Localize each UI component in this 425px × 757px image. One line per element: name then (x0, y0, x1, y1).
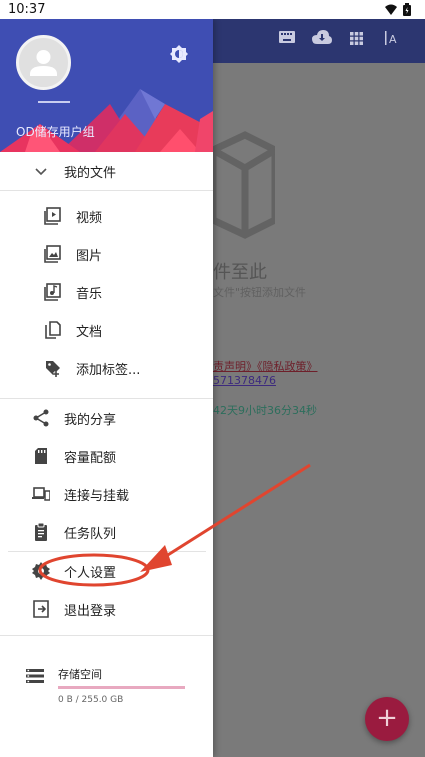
sd-card-icon (35, 448, 47, 464)
avatar[interactable] (16, 35, 71, 90)
battery-icon (403, 3, 411, 16)
countdown-text: 42天9小时36分34秒 (213, 404, 317, 417)
menu-item-document[interactable]: 文档 (0, 311, 213, 349)
storage-progress-bar (58, 686, 185, 689)
share-icon (33, 409, 49, 427)
menu-item-task-queue[interactable]: 任务队列 (0, 513, 213, 551)
clipboard-icon (35, 523, 47, 541)
theme-toggle-icon[interactable] (170, 45, 188, 63)
menu-item-my-share[interactable]: 我的分享 (0, 399, 213, 437)
empty-box-icon (209, 131, 275, 239)
my-files-label: 我的文件 (64, 165, 117, 181)
header-divider (38, 101, 70, 103)
menu-item-image[interactable]: 图片 (0, 235, 213, 273)
svg-text:A: A (389, 33, 397, 45)
status-time: 10:37 (8, 2, 46, 17)
music-icon (44, 283, 61, 301)
menu-label: 任务队列 (64, 526, 117, 542)
menu-label: 连接与挂载 (64, 488, 130, 504)
menu-item-video[interactable]: 视频 (0, 197, 213, 235)
menu-item-connections[interactable]: 连接与挂载 (0, 475, 213, 513)
menu-item-personal-settings[interactable]: 个人设置 (0, 552, 213, 590)
add-tag-icon (46, 361, 60, 377)
navigation-drawer: OD储存用户组 我的文件 视频 图片 音乐 文档 添加标签... 我的分享 容量… (0, 19, 213, 757)
menu-label: 音乐 (76, 286, 103, 302)
document-icon (45, 321, 61, 339)
plus-icon: + (376, 703, 398, 733)
storage-amount: 0 B / 255.0 GB (58, 695, 124, 705)
video-icon (44, 207, 61, 225)
devices-icon (32, 487, 50, 501)
menu-label: 我的分享 (64, 412, 117, 428)
menu-item-quota[interactable]: 容量配额 (0, 437, 213, 475)
grid-view-icon[interactable] (350, 32, 363, 45)
image-icon (44, 245, 61, 263)
app-toolbar: A (213, 19, 425, 63)
storage-label: 存储空间 (58, 668, 102, 681)
menu-label: 个人设置 (64, 565, 117, 581)
my-files-toggle[interactable]: 我的文件 (0, 152, 213, 190)
gear-icon (32, 562, 50, 580)
user-icon (30, 50, 57, 76)
keyboard-icon[interactable] (279, 31, 295, 43)
sort-icon[interactable]: A (385, 31, 399, 45)
menu-item-music[interactable]: 音乐 (0, 273, 213, 311)
cloud-download-icon[interactable] (312, 30, 332, 44)
divider (0, 190, 213, 191)
storage-icon (26, 669, 44, 683)
add-fab-button[interactable]: + (365, 697, 409, 741)
logout-icon (33, 600, 49, 618)
user-group-label: OD储存用户组 (16, 125, 95, 139)
phone-link[interactable]: 571378476 (213, 374, 276, 387)
empty-title: 件至此 (213, 262, 267, 283)
menu-label: 图片 (76, 248, 103, 264)
wifi-icon (385, 4, 397, 15)
menu-label: 容量配额 (64, 450, 117, 466)
menu-label: 退出登录 (64, 603, 117, 619)
divider (0, 635, 213, 636)
menu-label: 视频 (76, 210, 103, 226)
drawer-header: OD储存用户组 (0, 19, 213, 152)
empty-subtitle: 文件"按钮添加文件 (213, 286, 307, 299)
menu-item-add-tag[interactable]: 添加标签... (0, 349, 213, 387)
status-bar: 10:37 (0, 0, 425, 19)
chevron-down-icon (35, 168, 47, 176)
policy-links[interactable]: 责声明》《隐私政策》 (213, 358, 318, 374)
menu-label: 添加标签... (76, 362, 141, 378)
menu-label: 文档 (76, 324, 103, 340)
menu-item-logout[interactable]: 退出登录 (0, 590, 213, 628)
